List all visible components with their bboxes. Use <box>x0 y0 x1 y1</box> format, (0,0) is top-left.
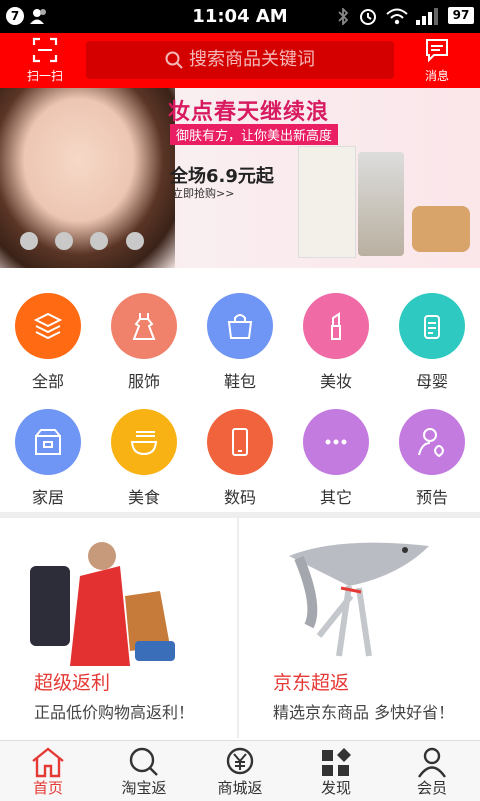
dress-icon <box>132 313 156 340</box>
category-label: 美妆 <box>319 372 352 391</box>
messages-label: 消息 <box>424 69 449 83</box>
category-item[interactable]: 其它 <box>288 409 384 508</box>
promo-subtitle: 正品低价购物高返利！ <box>34 703 195 722</box>
carousel-dot[interactable] <box>55 232 73 250</box>
promo-card-jd-rebate[interactable]: 京东超返 精选京东商品 多快好省！ <box>239 518 480 738</box>
category-item[interactable]: 美食 <box>96 409 192 508</box>
category-label: 美食 <box>127 488 160 507</box>
search-input[interactable]: 搜索商品关键词 <box>86 41 394 79</box>
category-label: 全部 <box>31 372 64 391</box>
tab-home[interactable]: 首页 <box>0 741 96 801</box>
category-item[interactable]: 母婴 <box>384 293 480 392</box>
tab-taobao-rebate[interactable]: 淘宝返 <box>96 741 192 801</box>
lipstick-icon <box>331 312 341 340</box>
carousel-dot[interactable] <box>126 232 144 250</box>
category-icon-circle <box>399 409 465 475</box>
noodle-bowl-icon <box>130 431 158 456</box>
tab-label: 首页 <box>32 779 63 797</box>
category-icon-circle <box>303 293 369 359</box>
category-label: 家居 <box>31 488 64 507</box>
scan-label: 扫一扫 <box>26 69 63 83</box>
scan-icon <box>32 37 58 63</box>
carousel-dot[interactable] <box>90 232 108 250</box>
jd-dog-mascot-image <box>289 542 429 657</box>
promo-title: 京东超返 <box>273 672 350 694</box>
category-icon-circle <box>111 409 177 475</box>
baby-bottle-icon <box>424 315 440 339</box>
search-icon <box>165 51 183 69</box>
search-placeholder: 搜索商品关键词 <box>189 49 315 70</box>
category-item[interactable]: 全部 <box>0 293 96 392</box>
category-label: 其它 <box>319 488 352 507</box>
message-icon <box>426 39 448 63</box>
product-pack-image <box>298 146 356 258</box>
layers-icon <box>33 312 63 340</box>
carousel-dot[interactable] <box>20 232 38 250</box>
category-label: 母婴 <box>415 372 448 391</box>
spacer <box>0 268 480 288</box>
promo-card-super-rebate[interactable]: 超级返利 正品低价购物高返利！ <box>0 518 237 738</box>
category-icon-circle <box>15 293 81 359</box>
banner-title: 妆点春天继续浪 <box>168 100 330 125</box>
home-icon <box>32 747 64 778</box>
tab-label: 会员 <box>416 779 447 797</box>
promo-banner[interactable]: 妆点春天继续浪 御肤有方，让你美出新高度 全场6.9元起 立即抢购>> <box>0 88 480 268</box>
phone-icon <box>232 428 248 456</box>
product-jar-image <box>412 206 470 252</box>
promo-subtitle: 精选京东商品 多快好省！ <box>273 703 455 722</box>
category-icon-circle <box>207 409 273 475</box>
category-item[interactable]: 美妆 <box>288 293 384 392</box>
category-item[interactable]: 服饰 <box>96 293 192 392</box>
alarm-icon <box>360 9 376 25</box>
wifi-icon <box>386 8 408 25</box>
bottom-tab-bar: 首页 淘宝返 商城返 发现 会员 <box>0 740 480 801</box>
box-icon <box>35 429 61 455</box>
tab-label: 商城返 <box>217 779 263 797</box>
search-icon <box>129 747 158 776</box>
category-icon-circle <box>399 293 465 359</box>
handbag-icon <box>227 314 253 339</box>
category-item[interactable]: 预告 <box>384 409 480 508</box>
signal-icon <box>416 8 438 25</box>
product-bottle-image <box>358 152 404 256</box>
scan-button[interactable]: 扫一扫 <box>18 37 72 84</box>
status-time: 11:04 AM <box>192 6 288 27</box>
fashion-products-image <box>30 542 175 666</box>
battery-level: 97 <box>448 7 474 24</box>
tab-mall-rebate[interactable]: 商城返 <box>192 741 288 801</box>
more-dots-icon <box>325 439 347 445</box>
category-label: 服饰 <box>127 372 160 391</box>
messages-button[interactable]: 消息 <box>414 37 460 84</box>
tab-label: 发现 <box>320 779 351 797</box>
yen-coin-icon <box>226 747 254 775</box>
category-item[interactable]: 家居 <box>0 409 96 508</box>
category-icon-circle <box>111 293 177 359</box>
banner-slogan: 御肤有方，让你美出新高度 <box>170 124 339 145</box>
category-item[interactable]: 数码 <box>192 409 288 508</box>
user-icon <box>418 747 446 778</box>
category-icon-circle <box>207 293 273 359</box>
tab-discover[interactable]: 发现 <box>288 741 384 801</box>
user-heart-icon <box>418 428 444 458</box>
category-item[interactable]: 鞋包 <box>192 293 288 392</box>
status-bar: 7 11:04 AM 97 <box>0 0 480 33</box>
tab-label: 淘宝返 <box>121 779 167 797</box>
category-label: 鞋包 <box>223 372 256 391</box>
category-label: 数码 <box>223 488 256 507</box>
discover-grid-icon <box>322 748 351 776</box>
banner-cta: 立即抢购>> <box>172 187 235 200</box>
category-label: 预告 <box>415 488 448 507</box>
promo-title: 超级返利 <box>34 672 111 694</box>
tab-member[interactable]: 会员 <box>384 741 480 801</box>
bluetooth-icon <box>338 8 349 25</box>
top-header: 扫一扫 搜索商品关键词 消息 <box>0 33 480 88</box>
category-icon-circle <box>303 409 369 475</box>
category-icon-circle <box>15 409 81 475</box>
